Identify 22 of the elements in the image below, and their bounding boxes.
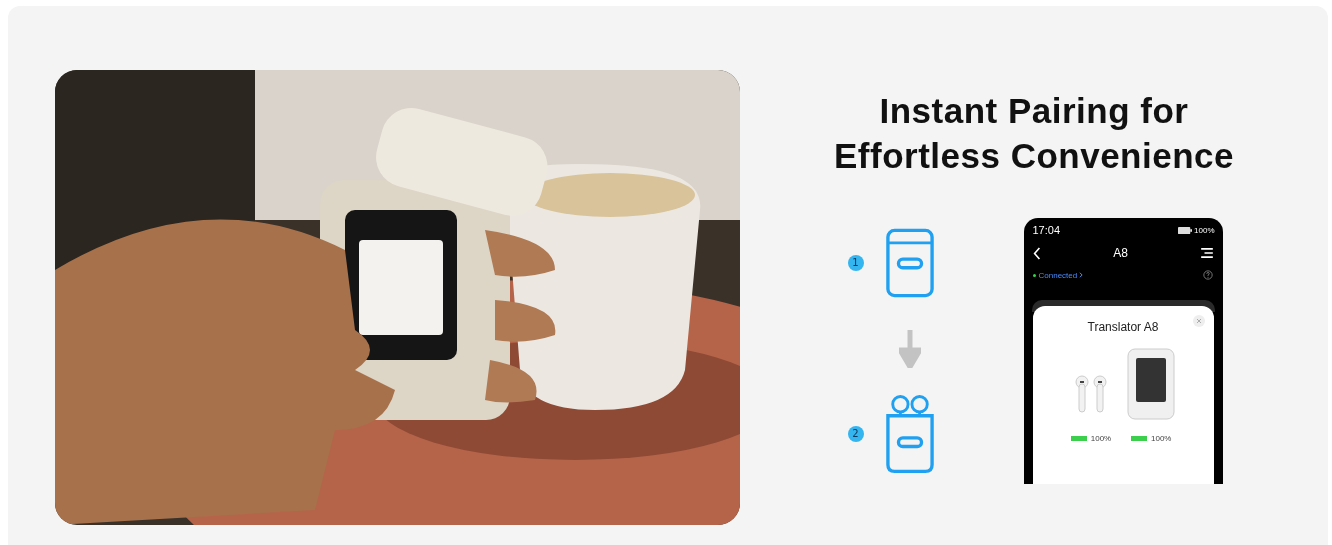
battery-percentage: 100%: [1090, 434, 1112, 443]
back-icon[interactable]: [1032, 246, 1041, 260]
popup-title: Translator A8: [1087, 320, 1159, 334]
battery-percentage: 100%: [1151, 434, 1172, 443]
chevron-icon: [1079, 272, 1084, 278]
earbuds-icon: [1074, 374, 1108, 416]
status-time: 17:04: [1032, 224, 1062, 236]
screen-title: A8: [1112, 246, 1129, 260]
battery-icon: [1178, 226, 1193, 234]
help-icon[interactable]: [1202, 270, 1213, 280]
down-arrow-icon: [898, 330, 921, 368]
case-with-earbuds-icon: [885, 394, 934, 474]
battery-percentage: 100%: [1194, 225, 1215, 235]
connection-status-link[interactable]: Connected: [1038, 270, 1078, 280]
step-number: 1: [847, 255, 864, 271]
step-number: 2: [847, 426, 864, 442]
translator-device-icon: [1127, 348, 1176, 420]
battery-bar: [1131, 436, 1147, 441]
battery-bar: [1070, 436, 1087, 441]
headline: Instant Pairing for Effortless Convenience: [834, 90, 1234, 177]
case-icon: [885, 228, 934, 298]
menu-icon[interactable]: [1200, 248, 1213, 258]
